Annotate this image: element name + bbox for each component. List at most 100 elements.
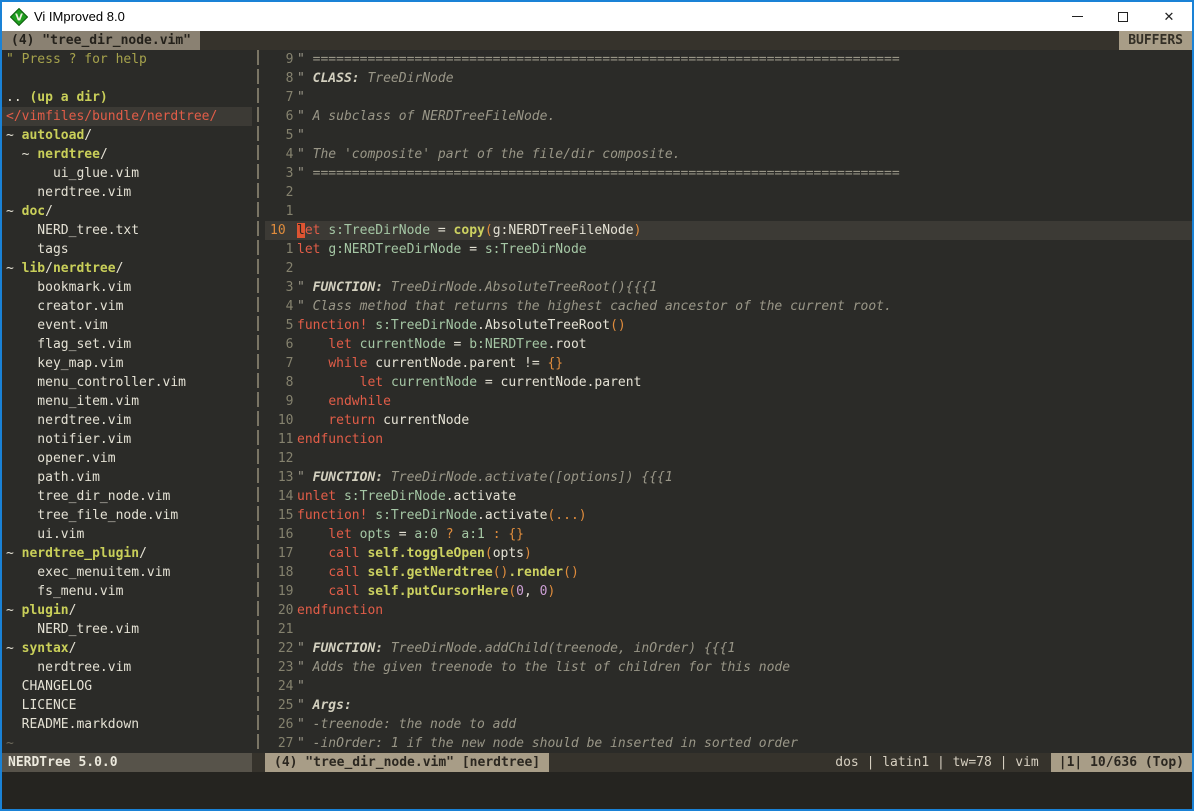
tree-item[interactable]: fs_menu.vim — [2, 582, 252, 601]
code-line[interactable]: 15 function! s:TreeDirNode.activate(...) — [265, 506, 1192, 525]
code-line[interactable]: 4 " The 'composite' part of the file/dir… — [265, 145, 1192, 164]
tree-item[interactable]: ~ lib/nerdtree/ — [2, 259, 252, 278]
tree-item[interactable]: nerdtree.vim — [2, 658, 252, 677]
code-line[interactable]: 10 return currentNode — [265, 411, 1192, 430]
token-d: : — [485, 527, 508, 542]
token-k: while — [328, 356, 367, 371]
tree-item[interactable]: menu_controller.vim — [2, 373, 252, 392]
tree-item[interactable]: " Press ? for help — [2, 50, 252, 69]
token-c: " — [297, 280, 313, 295]
code-line[interactable]: 5 function! s:TreeDirNode.AbsoluteTreeRo… — [265, 316, 1192, 335]
tree-item[interactable]: opener.vim — [2, 449, 252, 468]
code-pane: 9 " ====================================… — [265, 50, 1192, 753]
tree-item[interactable]: ~ syntax/ — [2, 639, 252, 658]
code-line[interactable]: 2 — [265, 259, 1192, 278]
line-number: 1 — [265, 240, 297, 259]
token-k: et — [305, 223, 321, 238]
code-line[interactable]: 14 unlet s:TreeDirNode.activate — [265, 487, 1192, 506]
tree-item[interactable]: ui.vim — [2, 525, 252, 544]
token-n: LICENCE — [6, 698, 76, 713]
tree-item[interactable]: tags — [2, 240, 252, 259]
command-line[interactable] — [2, 772, 1192, 809]
code-line[interactable]: 3 " ====================================… — [265, 164, 1192, 183]
minimize-button[interactable] — [1054, 2, 1100, 31]
tree-item[interactable]: ~ nerdtree/ — [2, 145, 252, 164]
tree-item[interactable]: flag_set.vim — [2, 335, 252, 354]
code-line[interactable]: 20 endfunction — [265, 601, 1192, 620]
tree-item[interactable]: creator.vim — [2, 297, 252, 316]
tree-item[interactable]: NERD_tree.txt — [2, 221, 252, 240]
tree-item[interactable]: notifier.vim — [2, 430, 252, 449]
svg-text:V: V — [15, 12, 23, 23]
code-line[interactable]: 23 " Adds the given treenode to the list… — [265, 658, 1192, 677]
tree-item[interactable]: README.markdown — [2, 715, 252, 734]
tree-item[interactable]: menu_item.vim — [2, 392, 252, 411]
tree-item[interactable]: </vimfiles/bundle/nerdtree/ — [2, 107, 252, 126]
tree-item[interactable]: exec_menuitem.vim — [2, 563, 252, 582]
code-line[interactable]: 8 let currentNode = currentNode.parent — [265, 373, 1192, 392]
code-line[interactable]: 2 — [265, 183, 1192, 202]
code-line[interactable]: 4 " Class method that returns the highes… — [265, 297, 1192, 316]
tree-item[interactable]: LICENCE — [2, 696, 252, 715]
tree-item[interactable]: path.vim — [2, 468, 252, 487]
tree-item[interactable]: tree_file_node.vim — [2, 506, 252, 525]
code-line[interactable]: 21 — [265, 620, 1192, 639]
tree-item[interactable]: tree_dir_node.vim — [2, 487, 252, 506]
code-line[interactable]: 11 endfunction — [265, 430, 1192, 449]
token-k: endwhile — [328, 394, 391, 409]
tree-item[interactable]: NERD_tree.vim — [2, 620, 252, 639]
code-line[interactable]: 9 " ====================================… — [265, 50, 1192, 69]
code-line[interactable]: 25 " Args: — [265, 696, 1192, 715]
code-line[interactable]: 13 " FUNCTION: TreeDirNode.activate([opt… — [265, 468, 1192, 487]
tree-item[interactable]: .. (up a dir) — [2, 88, 252, 107]
line-number: 7 — [265, 354, 297, 373]
tree-item[interactable]: ~ doc/ — [2, 202, 252, 221]
token-i: a:1 — [461, 527, 484, 542]
token-n: .root — [547, 337, 586, 352]
code-line[interactable]: 1 let g:NERDTreeDirNode = s:TreeDirNode — [265, 240, 1192, 259]
code-line[interactable]: 12 — [265, 449, 1192, 468]
token-i: currentNode — [391, 375, 477, 390]
code-line[interactable]: 8 " CLASS: TreeDirNode — [265, 69, 1192, 88]
code-line[interactable]: 7 while currentNode.parent != {} — [265, 354, 1192, 373]
line-number: 2 — [265, 259, 297, 278]
window-title: Vi IMproved 8.0 — [34, 9, 125, 24]
code-line[interactable]: 6 let currentNode = b:NERDTree.root — [265, 335, 1192, 354]
code-line[interactable]: 17 call self.toggleOpen(opts) — [265, 544, 1192, 563]
code-line[interactable]: 22 " FUNCTION: TreeDirNode.addChild(tree… — [265, 639, 1192, 658]
tab-tree-dir-node[interactable]: (4) "tree_dir_node.vim" — [2, 31, 200, 50]
token-k: let — [328, 527, 351, 542]
line-number: 5 — [265, 126, 297, 145]
tree-item[interactable]: event.vim — [2, 316, 252, 335]
tree-item[interactable]: nerdtree.vim — [2, 183, 252, 202]
code-line[interactable]: 18 call self.getNerdtree().render() — [265, 563, 1192, 582]
code-line[interactable]: 9 endwhile — [265, 392, 1192, 411]
code-line[interactable]: 26 " -treenode: the node to add — [265, 715, 1192, 734]
code-line[interactable]: 1 — [265, 202, 1192, 221]
tree-item[interactable]: CHANGELOG — [2, 677, 252, 696]
token-c: TreeDirNode.activate([options]) {{{1 — [383, 470, 673, 485]
code-line[interactable]: 5 " — [265, 126, 1192, 145]
token-n: = — [391, 527, 414, 542]
tree-item[interactable]: key_map.vim — [2, 354, 252, 373]
buffer-status-segment: (4) "tree_dir_node.vim" [nerdtree] — [265, 753, 549, 772]
tree-item[interactable]: ~ nerdtree_plugin/ — [2, 544, 252, 563]
tree-item[interactable]: bookmark.vim — [2, 278, 252, 297]
code-line[interactable]: 6 " A subclass of NERDTreeFileNode. — [265, 107, 1192, 126]
close-button[interactable]: ✕ — [1146, 2, 1192, 31]
window-separator[interactable] — [252, 50, 265, 753]
tree-item[interactable]: ~ autoload/ — [2, 126, 252, 145]
tree-item[interactable]: ~ plugin/ — [2, 601, 252, 620]
code-line[interactable]: 19 call self.putCursorHere(0, 0) — [265, 582, 1192, 601]
code-line[interactable]: 16 let opts = a:0 ? a:1 : {} — [265, 525, 1192, 544]
tree-item[interactable]: nerdtree.vim — [2, 411, 252, 430]
maximize-button[interactable] — [1100, 2, 1146, 31]
code-line[interactable]: 10 let s:TreeDirNode = copy(g:NERDTreeFi… — [265, 221, 1192, 240]
tree-item[interactable]: ~ — [2, 734, 252, 753]
code-line[interactable]: 27 " -inOrder: 1 if the new node should … — [265, 734, 1192, 753]
code-line[interactable]: 3 " FUNCTION: TreeDirNode.AbsoluteTreeRo… — [265, 278, 1192, 297]
code-line[interactable]: 7 " — [265, 88, 1192, 107]
tree-item[interactable]: ui_glue.vim — [2, 164, 252, 183]
tree-item[interactable] — [2, 69, 252, 88]
code-line[interactable]: 24 " — [265, 677, 1192, 696]
